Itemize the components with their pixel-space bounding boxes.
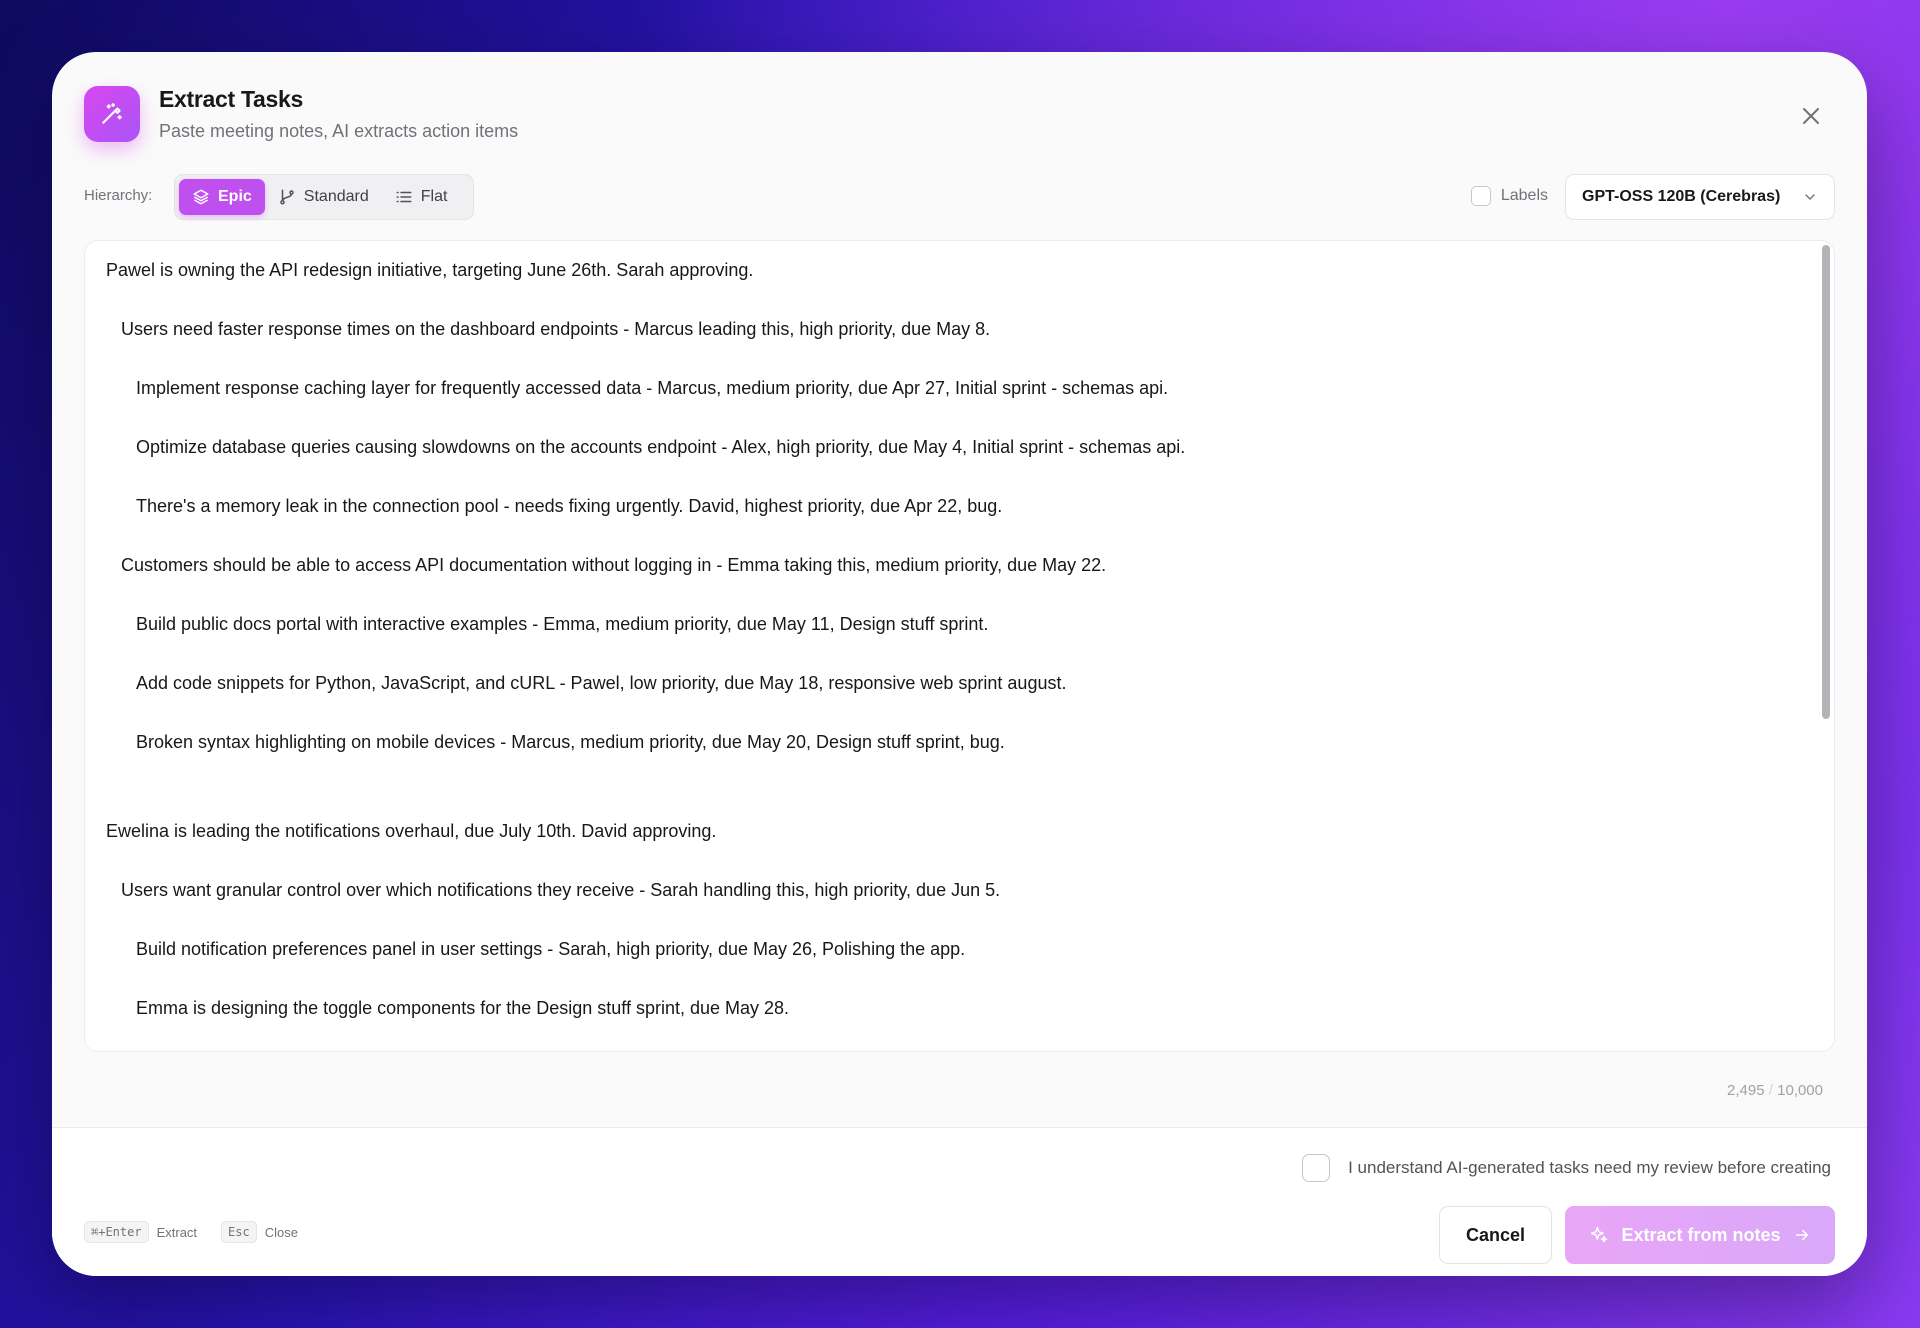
character-count: 2,495 [1727,1082,1765,1099]
layers-icon [193,189,209,205]
note-line: Ewelina is leading the notifications ove… [106,821,717,841]
note-line: Build public docs portal with interactiv… [136,614,989,634]
hierarchy-option-flat[interactable]: Flat [382,179,461,215]
extract-tasks-dialog: Extract Tasks Paste meeting notes, AI ex… [52,52,1867,1276]
hierarchy-option-label: Standard [303,188,369,205]
note-line: Pawel is owning the API redesign initiat… [106,260,754,280]
note-line: Emma is designing the toggle components … [136,998,790,1018]
notes-content: Pawel is owning the API redesign initiat… [106,258,1794,1051]
shortcut-label: Extract [156,1224,198,1240]
cancel-button[interactable]: Cancel [1439,1206,1552,1264]
model-select-value: GPT-OSS 120B (Cerebras) [1582,188,1781,205]
hierarchy-label: Hierarchy: [84,187,153,204]
note-line: Customers should be able to access API d… [121,555,1107,575]
dialog-subtitle: Paste meeting notes, AI extracts action … [159,121,519,141]
character-limit: 10,000 [1777,1082,1823,1099]
shortcut-key: Esc [221,1221,257,1243]
shortcut-key: ⌘+Enter [84,1221,149,1243]
character-counter: 2,495 / 10,000 [1727,1082,1823,1099]
dialog-header: Extract Tasks Paste meeting notes, AI ex… [84,86,518,142]
close-icon [1803,108,1819,124]
hierarchy-option-label: Epic [218,188,252,205]
acknowledgement-checkbox[interactable] [1302,1154,1331,1182]
extract-button-label: Extract from notes [1621,1224,1781,1245]
extract-from-notes-button[interactable]: Extract from notes [1565,1206,1835,1264]
keyboard-shortcuts: ⌘+Enter Extract Esc Close [84,1221,298,1243]
shortcut-label: Close [264,1224,298,1240]
list-icon [396,191,412,203]
arrow-right-icon [1795,1229,1808,1241]
close-button[interactable] [1797,102,1825,130]
sparkles-icon [1591,1226,1608,1243]
dialog-title: Extract Tasks [159,86,303,112]
dialog-footer: I understand AI-generated tasks need my … [52,1127,1867,1276]
meeting-notes-textarea[interactable]: Pawel is owning the API redesign initiat… [84,240,1835,1052]
note-line: Users need faster response times on the … [121,319,991,339]
character-count-separator: / [1768,1082,1773,1099]
note-line: Implement response caching layer for fre… [136,378,1169,398]
review-acknowledgement[interactable]: I understand AI-generated tasks need my … [1302,1154,1831,1182]
git-branch-icon [280,189,294,205]
note-line: Users want granular control over which n… [121,880,1001,900]
hierarchy-option-epic[interactable]: Epic [179,179,265,215]
textarea-scrollbar[interactable] [1822,245,1830,719]
model-select[interactable]: GPT-OSS 120B (Cerebras) [1565,174,1835,220]
note-line: Broken syntax highlighting on mobile dev… [136,732,1005,752]
note-line: Build notification preferences panel in … [136,939,966,959]
note-line: Add code snippets for Python, JavaScript… [136,673,1067,693]
labels-label: Labels [1500,187,1548,204]
labels-checkbox[interactable] [1470,186,1491,206]
note-blank-line [106,789,1794,819]
note-line: Optimize database queries causing slowdo… [136,437,1186,457]
magic-wand-icon [84,86,140,142]
acknowledgement-label: I understand AI-generated tasks need my … [1348,1158,1831,1177]
hierarchy-option-standard[interactable]: Standard [265,179,382,215]
options-toolbar: Hierarchy: Epic Standard Flat Labels GPT… [84,174,1835,220]
chevron-down-icon [1805,194,1815,200]
hierarchy-segmented-control: Epic Standard Flat [174,174,474,220]
hierarchy-option-label: Flat [420,188,448,205]
labels-toggle[interactable]: Labels [1470,186,1548,206]
note-line: There's a memory leak in the connection … [136,496,1003,516]
